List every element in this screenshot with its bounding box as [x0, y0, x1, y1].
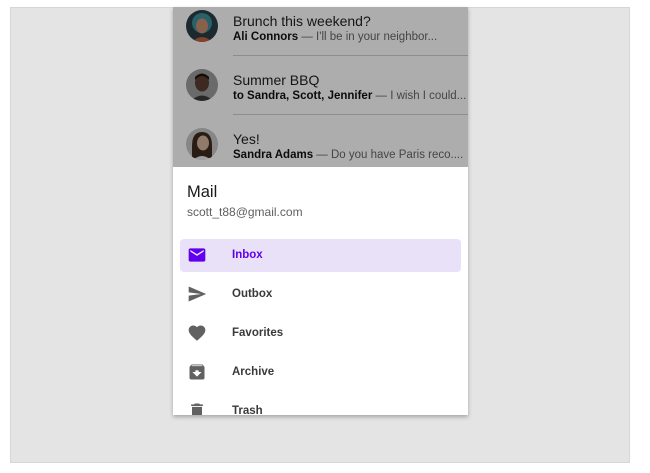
nav-label: Outbox — [232, 288, 273, 300]
nav-label: Inbox — [232, 249, 263, 261]
nav-label: Favorites — [232, 327, 284, 339]
app-screen: Brunch this weekend? Ali Connors — I'll … — [173, 7, 468, 415]
nav-item-outbox[interactable]: Outbox — [180, 278, 461, 311]
nav-label: Archive — [232, 366, 275, 378]
navigation-drawer: Mail scott_t88@gmail.com Inbox Outbox Fa… — [173, 167, 468, 415]
trash-icon — [187, 401, 207, 415]
drawer-account-email: scott_t88@gmail.com — [187, 205, 303, 219]
nav-label: Trash — [232, 405, 263, 415]
email-list: Brunch this weekend? Ali Connors — I'll … — [173, 7, 468, 167]
heart-icon — [187, 323, 207, 343]
inbox-icon — [187, 245, 207, 265]
drawer-title: Mail — [187, 183, 218, 201]
archive-icon — [187, 362, 207, 382]
nav-item-favorites[interactable]: Favorites — [180, 317, 461, 350]
nav-item-archive[interactable]: Archive — [180, 356, 461, 389]
drawer-scrim[interactable] — [173, 7, 468, 167]
nav-item-trash[interactable]: Trash — [180, 395, 461, 415]
nav-item-inbox[interactable]: Inbox — [180, 239, 461, 272]
send-icon — [187, 284, 207, 304]
